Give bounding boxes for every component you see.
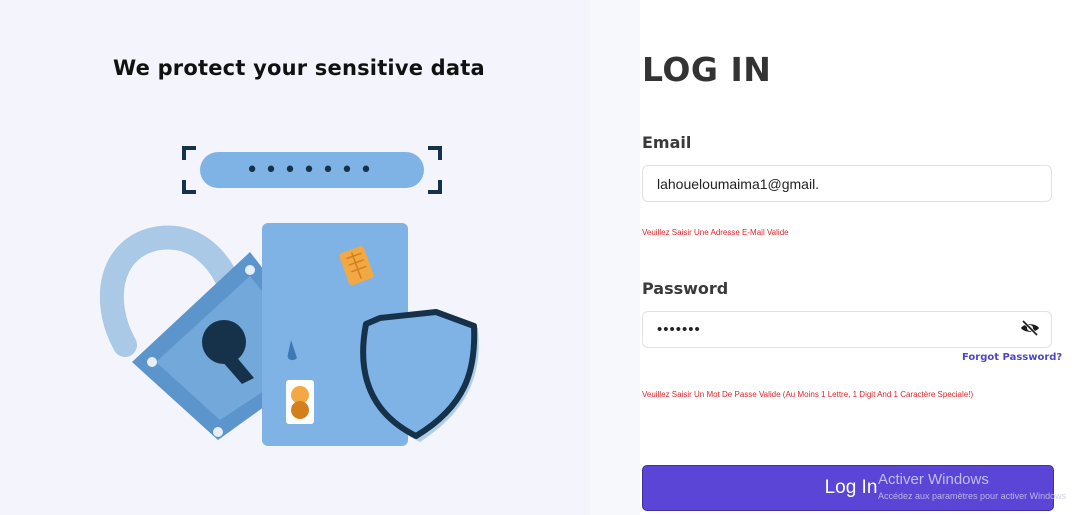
hero-title: We protect your sensitive data bbox=[113, 56, 485, 80]
login-title: LOG IN bbox=[642, 50, 772, 89]
password-label: Password bbox=[642, 279, 729, 298]
password-error-message: Veuillez Saisir Un Mot De Passe Valide (… bbox=[642, 390, 974, 399]
activation-watermark-subtitle: Accédez aux paramètres pour activer Wind… bbox=[878, 491, 1067, 501]
password-field[interactable] bbox=[642, 311, 1052, 348]
security-illustration: ••••••• bbox=[100, 146, 479, 446]
eye-slash-icon[interactable] bbox=[1020, 320, 1040, 336]
forgot-password-link[interactable]: Forgot Password? bbox=[962, 352, 1062, 363]
login-button[interactable]: Log In bbox=[642, 465, 1054, 511]
panel-divider bbox=[590, 0, 642, 515]
activation-watermark-title: Activer Windows bbox=[878, 471, 989, 488]
email-error-message: Veuillez Saisir Une Adresse E-Mail Valid… bbox=[642, 228, 789, 237]
email-field[interactable] bbox=[642, 165, 1052, 202]
password-mask-text: ••••••• bbox=[246, 158, 379, 183]
email-label: Email bbox=[642, 133, 692, 152]
